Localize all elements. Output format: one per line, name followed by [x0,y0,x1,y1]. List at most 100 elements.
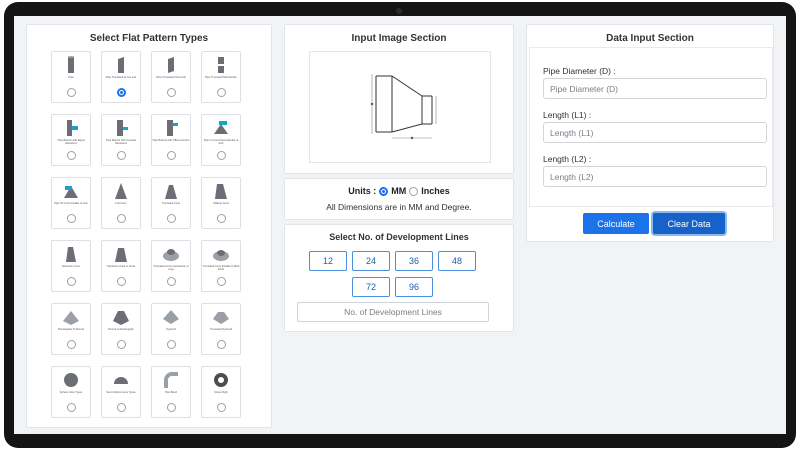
pattern-tile-label: Truncated Cone Parallel to Both Ends [202,265,240,271]
inches-label: Inches [421,186,450,196]
pattern-radio[interactable] [67,151,76,160]
round-to-rect-icon [113,311,129,325]
length-l2-input[interactable] [543,166,767,187]
pattern-radio[interactable] [167,277,176,286]
pattern-tile-label: Truncated Cone Intersection of Legs [153,265,189,271]
pipe-cone-parallel-icon [64,186,78,198]
pattern-radio[interactable] [117,151,126,160]
pattern-radio[interactable] [167,88,176,97]
pattern-tile[interactable]: Rectangular To Round [51,303,91,355]
data-input-form: Pipe Diameter (D) : Length (L1) : Length… [529,47,773,207]
pattern-tile[interactable]: Pipe Truncated Mid-Section [201,51,241,103]
pattern-radio[interactable] [67,88,76,97]
pattern-tile-label: Full Cone [115,202,127,205]
pattern-tile-label: Screw Fight [214,391,228,394]
pattern-radio[interactable] [217,151,226,160]
pattern-tile-label: Pipe Truncated Mid-Section [205,76,237,79]
pattern-tile[interactable]: Pyramid [151,303,191,355]
pattern-tile[interactable]: Pipe Branch with Offset Centers [151,114,191,166]
pattern-tile[interactable]: Transition Circle to Circle [101,240,141,292]
lines-48-button[interactable]: 48 [438,251,476,271]
pattern-tile-label: Pipe Bend [165,391,177,394]
pattern-tile-label: Truncated Cone [161,202,181,205]
pattern-tile[interactable]: Oblique Cone [201,177,241,229]
truncated-mid-pipe-icon [218,57,224,73]
pattern-tile[interactable]: Truncated Cone Intersection of Legs [151,240,191,292]
mm-label: MM [391,186,407,196]
pipe-to-cone-icon [214,121,228,134]
pattern-tile[interactable]: Pipe To Cone Parallel to Axis [51,177,91,229]
pattern-tile[interactable]: Pipe Truncated at one end [101,51,141,103]
pipe-diameter-label: Pipe Diameter (D) : [543,66,616,76]
pattern-tile-label: Semi-Sphere Gore Types [106,391,136,394]
units-note: All Dimensions are in MM and Degree. [326,202,472,212]
pattern-radio[interactable] [217,340,226,349]
reducer-diagram-icon [370,74,437,140]
pattern-tile[interactable]: Round to Rectangular [101,303,141,355]
pattern-tile[interactable]: Full Cone [101,177,141,229]
length-l2-label: Length (L2) : [543,154,592,164]
pattern-radio[interactable] [117,340,126,349]
pattern-tile[interactable]: Pipe Bend [151,366,191,418]
data-input-title: Data Input Section [606,33,694,44]
pattern-tile[interactable]: Truncated Cone [151,177,191,229]
pattern-radio[interactable] [117,214,126,223]
calculate-button[interactable]: Calculate [583,213,649,234]
lines-24-button[interactable]: 24 [352,251,390,271]
lines-72-button[interactable]: 72 [352,277,390,297]
pattern-radio[interactable] [217,88,226,97]
pattern-tile-label: Oblique Cone [213,202,229,205]
lines-12-button[interactable]: 12 [309,251,347,271]
lines-96-button[interactable]: 96 [395,277,433,297]
pattern-radio[interactable] [167,340,176,349]
units-panel: Units : MM Inches All Dimensions are in … [284,178,514,220]
pipe-diameter-input[interactable] [543,78,767,99]
units-row: Units : MM Inches [285,186,513,196]
pattern-tile-label: Pyramid [166,328,176,331]
pattern-radio[interactable] [67,403,76,412]
pattern-radio[interactable] [167,214,176,223]
branch-unequal-icon [117,120,128,136]
pattern-tile[interactable]: Pipe Truncated both ends [151,51,191,103]
pattern-radio[interactable] [67,340,76,349]
flat-pattern-grid: Pipe Pipe Truncated at one end Pipe Trunca… [51,51,241,418]
pattern-tile[interactable]: Pipe Branch with Equal Diameters [51,114,91,166]
clear-data-button[interactable]: Clear Data [653,213,725,234]
pattern-tile[interactable]: Pipe [51,51,91,103]
development-lines-input[interactable] [297,302,489,322]
inches-radio[interactable] [409,186,419,196]
pattern-tile[interactable]: Semi-Sphere Gore Types [101,366,141,418]
pattern-tile[interactable]: Truncated Pyramid [201,303,241,355]
pattern-tile[interactable]: Eccentric Cone [51,240,91,292]
pattern-radio[interactable] [67,277,76,286]
pattern-tile-label: Pipe Branch with Equal Diameters [57,139,85,145]
development-lines-panel: Select No. of Development Lines 12 24 36… [284,224,514,332]
eccentric-cone-icon [66,247,76,262]
mm-radio[interactable] [379,186,389,196]
pattern-tile[interactable]: Truncated Cone Parallel to Both Ends [201,240,241,292]
pattern-tile-label: Pipe Branch with Unequal Diameters [106,139,136,145]
pattern-radio[interactable] [117,403,126,412]
sphere-icon [64,373,78,387]
pattern-tile[interactable]: Screw Fight [201,366,241,418]
pattern-radio[interactable] [117,277,126,286]
pattern-radio[interactable] [167,403,176,412]
pattern-tile[interactable]: Pipe to Cone Perpendicular to Axis [201,114,241,166]
pattern-radio[interactable] [67,214,76,223]
pattern-radio[interactable] [167,151,176,160]
pattern-radio[interactable] [217,214,226,223]
lines-36-button[interactable]: 36 [395,251,433,271]
pattern-tile-label: Transition Circle to Circle [106,265,136,268]
pattern-tile-label: Pipe to Cone Perpendicular to Axis [203,139,239,145]
pattern-tile-label: Pipe [68,76,74,79]
semi-sphere-icon [114,377,128,384]
pattern-radio[interactable] [217,277,226,286]
oblique-cone-icon [215,184,227,199]
pattern-radio[interactable] [117,88,126,97]
input-image-title: Input Image Section [351,33,447,44]
pattern-radio[interactable] [217,403,226,412]
truncated-both-pipe-icon [168,57,174,73]
pattern-tile[interactable]: Pipe Branch with Unequal Diameters [101,114,141,166]
length-l1-input[interactable] [543,122,767,143]
pattern-tile[interactable]: Sphere Gore Types [51,366,91,418]
